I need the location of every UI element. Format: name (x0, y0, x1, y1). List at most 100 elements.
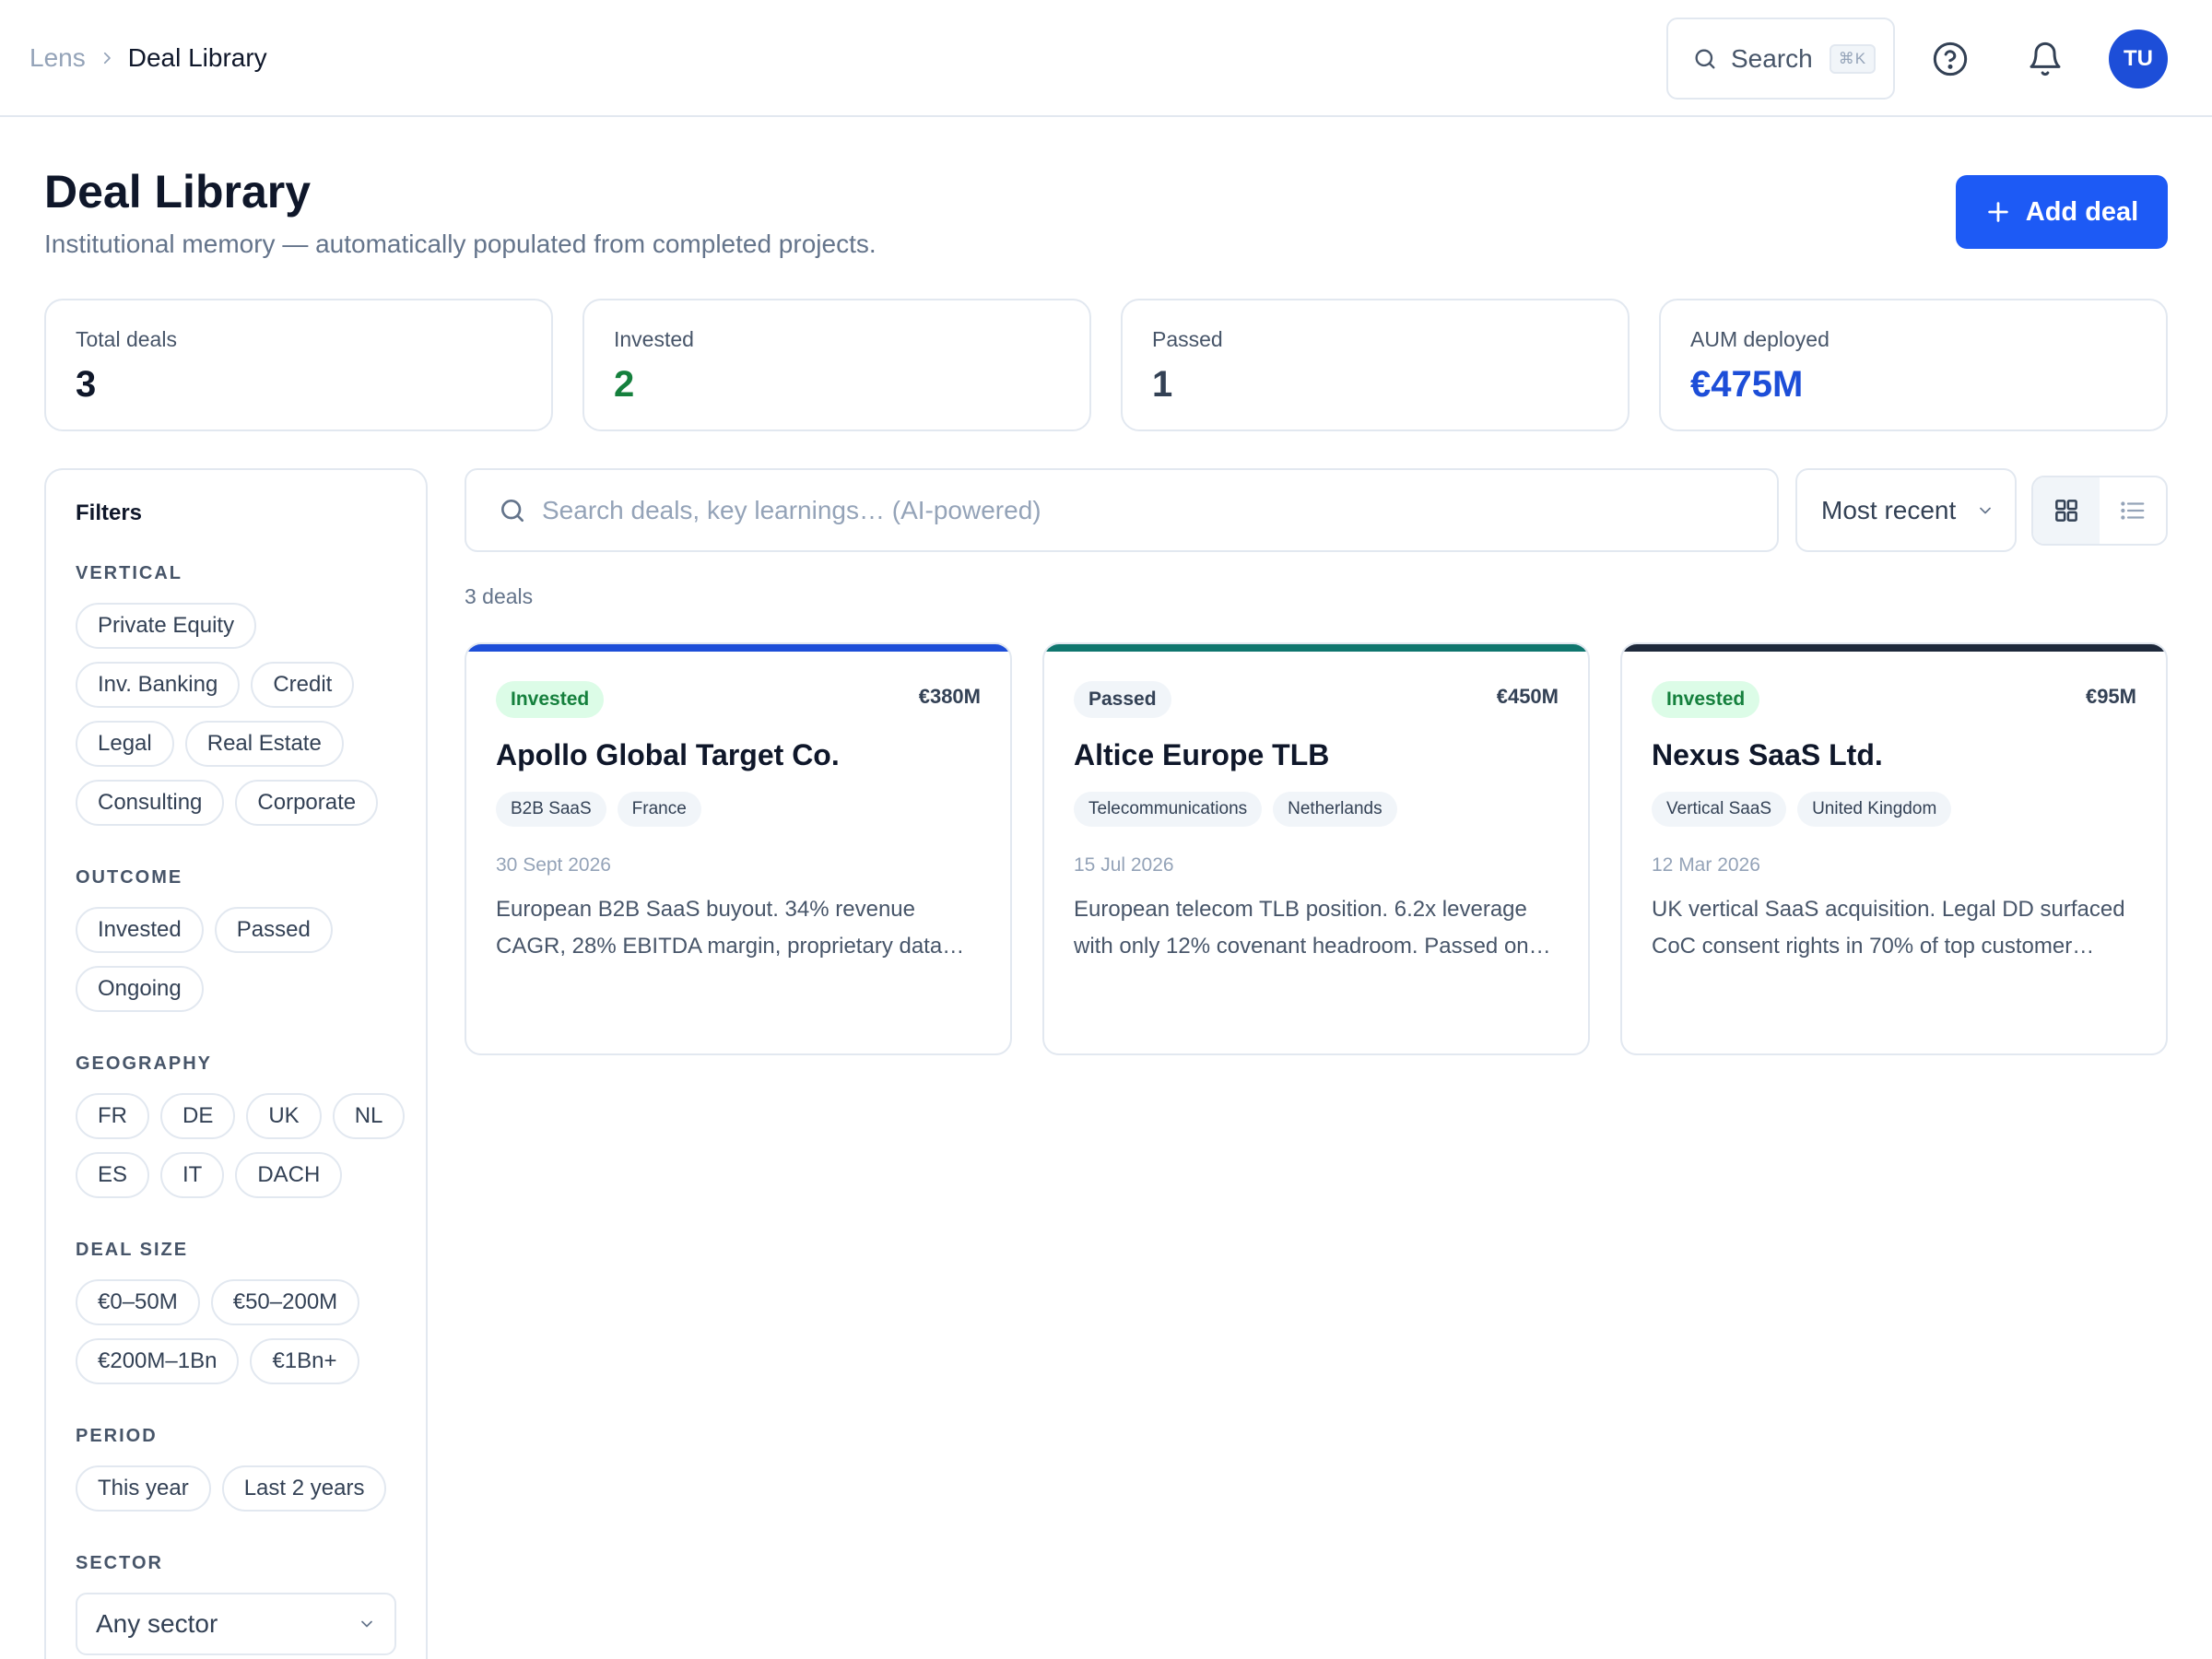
deal-amount: €380M (918, 685, 981, 708)
deal-description: European telecom TLB position. 6.2x leve… (1074, 897, 1529, 959)
filter-chip[interactable]: Invested (76, 907, 204, 953)
filter-chip[interactable]: Real Estate (184, 721, 344, 767)
stat-label: AUM deployed (1690, 327, 1830, 351)
user-avatar[interactable]: TU (2109, 29, 2168, 88)
page-subtitle: Institutional memory — automatically pop… (44, 229, 877, 258)
filter-heading-outcome: OUTCOME (76, 867, 183, 888)
filter-group-outcome: Invested Passed Ongoing (76, 907, 407, 1012)
bell-icon[interactable] (2027, 41, 2064, 77)
filter-chip[interactable]: €1Bn+ (250, 1338, 359, 1384)
filters-panel: Filters VERTICAL Private Equity Inv. Ban… (44, 468, 428, 1659)
global-search-label: Search (1731, 43, 1813, 73)
list-view-button[interactable] (2100, 477, 2166, 544)
deal-date: 12 Mar 2026 (1652, 854, 1760, 876)
deal-name: Altice Europe TLB (1074, 738, 1330, 771)
view-toggle (2031, 476, 2168, 546)
deal-tags: Telecommunications Netherlands (1074, 792, 1397, 827)
card-accent-bar (1044, 644, 1588, 652)
chevron-down-icon (361, 1620, 372, 1628)
filter-heading-geography: GEOGRAPHY (76, 1053, 213, 1074)
filter-chip[interactable]: NL (332, 1093, 406, 1139)
sector-select[interactable]: Any sector (76, 1593, 396, 1655)
deal-search-input[interactable]: Search deals, key learnings… (AI-powered… (465, 468, 1779, 552)
search-icon (1695, 49, 1715, 69)
filter-heading-sector: SECTOR (76, 1553, 163, 1573)
deal-card[interactable]: Invested €95M Nexus SaaS Ltd. Vertical S… (1620, 642, 2168, 1055)
filter-chip[interactable]: €50–200M (210, 1279, 360, 1325)
chevron-right-icon (103, 52, 111, 65)
filter-chip[interactable]: Ongoing (76, 966, 204, 1012)
filter-chip[interactable]: This year (76, 1465, 211, 1512)
filter-chip[interactable]: Last 2 years (221, 1465, 387, 1512)
grid-view-button[interactable] (2033, 477, 2100, 544)
status-badge: Invested (496, 681, 605, 718)
breadcrumb-root-link[interactable]: Lens (29, 42, 86, 74)
filter-chip[interactable]: FR (76, 1093, 149, 1139)
filter-group-deal-size: €0–50M €50–200M €200M–1Bn €1Bn+ (76, 1279, 407, 1384)
deal-tag: France (617, 792, 701, 827)
page-title: Deal Library (44, 166, 312, 218)
filter-chip[interactable]: ES (76, 1152, 150, 1198)
filters-title: Filters (76, 500, 143, 525)
sort-select-value: Most recent (1821, 495, 1957, 524)
search-icon (501, 499, 524, 522)
deal-tags: B2B SaaS France (496, 792, 701, 827)
filter-chip[interactable]: Passed (214, 907, 333, 953)
stat-value: 2 (614, 364, 635, 405)
stat-label: Passed (1152, 327, 1223, 351)
add-deal-label: Add deal (2025, 196, 2139, 227)
stat-value: 3 (76, 364, 97, 405)
result-count: 3 deals (465, 584, 534, 608)
filter-chip[interactable]: Private Equity (76, 603, 257, 649)
deal-tag: United Kingdom (1797, 792, 1952, 827)
deal-description: European B2B SaaS buyout. 34% revenue CA… (496, 897, 943, 959)
global-search-button[interactable]: Search ⌘K (1666, 18, 1895, 100)
filter-chip[interactable]: Corporate (235, 780, 379, 826)
stat-label: Total deals (76, 327, 177, 351)
filter-chip[interactable]: DE (160, 1093, 236, 1139)
deal-amount: €95M (2085, 685, 2136, 708)
top-bar: Lens Deal Library Search ⌘K TU (0, 0, 2212, 117)
status-badge: Passed (1074, 681, 1171, 718)
breadcrumb: Lens Deal Library (29, 42, 267, 74)
filter-chip[interactable]: Credit (251, 662, 355, 708)
add-deal-button[interactable]: Add deal (1956, 175, 2168, 249)
deal-amount: €450M (1496, 685, 1559, 708)
filter-chip[interactable]: DACH (235, 1152, 343, 1198)
deal-search-placeholder: Search deals, key learnings… (AI-powered… (542, 495, 1041, 524)
filter-chip[interactable]: Consulting (76, 780, 225, 826)
deal-name: Apollo Global Target Co. (496, 738, 840, 771)
deal-card[interactable]: Invested €380M Apollo Global Target Co. … (465, 642, 1012, 1055)
deal-date: 30 Sept 2026 (496, 854, 611, 876)
filter-heading-deal-size: DEAL SIZE (76, 1240, 189, 1260)
filter-group-vertical: Private Equity Inv. Banking Credit Legal… (76, 603, 407, 826)
deal-tag: Vertical SaaS (1652, 792, 1787, 827)
plus-icon (1988, 202, 2008, 222)
shortcut-hint: ⌘K (1829, 43, 1877, 74)
deal-tag: Netherlands (1273, 792, 1397, 827)
breadcrumb-current: Deal Library (127, 43, 267, 72)
filter-chip[interactable]: €200M–1Bn (76, 1338, 240, 1384)
filter-chip[interactable]: €0–50M (76, 1279, 200, 1325)
sort-select[interactable]: Most recent (1795, 468, 2017, 552)
stat-card-passed: Passed 1 (1121, 299, 1630, 431)
grid-icon (2055, 500, 2077, 522)
deal-tag: B2B SaaS (496, 792, 606, 827)
filter-heading-vertical: VERTICAL (76, 563, 182, 583)
stat-card-total-deals: Total deals 3 (44, 299, 553, 431)
deal-card[interactable]: Passed €450M Altice Europe TLB Telecommu… (1042, 642, 1590, 1055)
list-icon (2121, 501, 2145, 520)
deal-tags: Vertical SaaS United Kingdom (1652, 792, 1952, 827)
stat-label: Invested (614, 327, 694, 351)
deal-date: 15 Jul 2026 (1074, 854, 1174, 876)
stat-card-aum-deployed: AUM deployed €475M (1659, 299, 2168, 431)
filter-chip[interactable]: Legal (76, 721, 174, 767)
filter-chip[interactable]: Inv. Banking (76, 662, 241, 708)
sector-select-value: Any sector (96, 1609, 218, 1638)
filter-chip[interactable]: UK (246, 1093, 322, 1139)
filter-heading-period: PERIOD (76, 1426, 158, 1446)
filter-chip[interactable]: IT (160, 1152, 225, 1198)
filter-group-geography: FR DE UK NL ES IT DACH (76, 1093, 407, 1198)
stat-value: €475M (1690, 364, 1804, 405)
help-icon[interactable] (1932, 41, 1969, 77)
